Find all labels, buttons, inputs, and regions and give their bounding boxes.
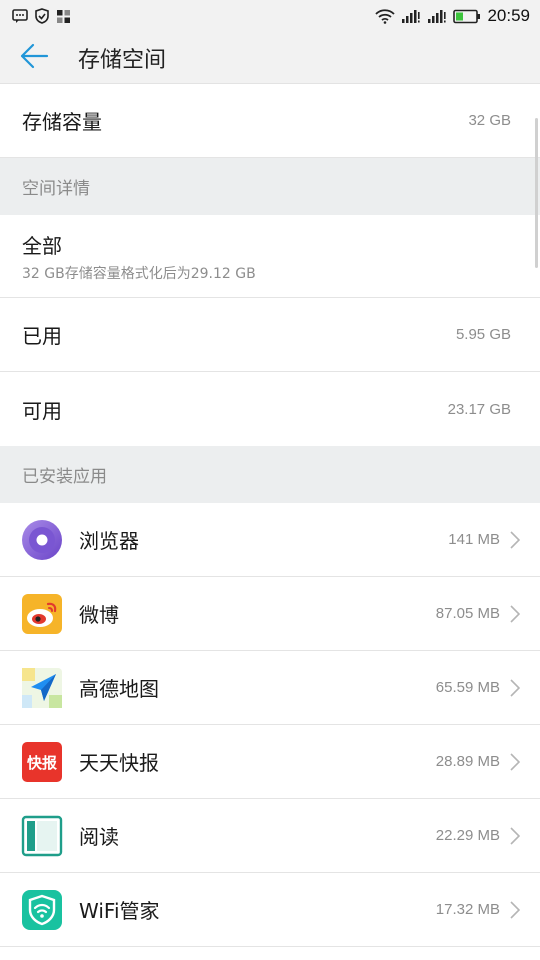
message-icon xyxy=(12,8,28,24)
signal-icon xyxy=(401,9,421,24)
storage-capacity-row: 存储容量 32 GB xyxy=(0,84,540,158)
available-label: 可用 xyxy=(22,398,62,423)
chevron-right-icon xyxy=(510,678,520,697)
battery-icon xyxy=(453,9,481,24)
status-right: 20:59 xyxy=(375,6,530,26)
app-size: 141 MB xyxy=(448,531,500,548)
app-name: 天天快报 xyxy=(79,751,159,775)
app-name: 高德地图 xyxy=(79,677,159,701)
page-title: 存储空间 xyxy=(78,47,167,73)
section-header-details: 空间详情 xyxy=(0,158,540,215)
app-row-amap[interactable]: 高德地图 65.59 MB xyxy=(0,651,540,725)
app-name: 阅读 xyxy=(79,825,119,849)
app-name: 浏览器 xyxy=(79,529,139,553)
chevron-right-icon xyxy=(510,826,520,845)
scrollbar[interactable] xyxy=(535,118,538,268)
app-size: 22.29 MB xyxy=(435,827,500,844)
apps-icon xyxy=(56,9,71,24)
status-time: 20:59 xyxy=(487,6,530,25)
reader-icon xyxy=(21,815,63,857)
used-row: 已用 5.95 GB xyxy=(0,298,540,372)
weibo-icon xyxy=(21,593,63,635)
available-row: 可用 23.17 GB xyxy=(0,372,540,446)
available-value: 23.17 GB xyxy=(447,400,511,418)
used-label: 已用 xyxy=(22,324,62,348)
total-label: 全部 xyxy=(22,233,62,258)
app-row-wifi-manager[interactable]: WiFi管家 17.32 MB xyxy=(0,873,540,947)
app-size: 65.59 MB xyxy=(435,679,500,696)
kuaibao-icon: 快报 xyxy=(21,741,63,783)
chevron-right-icon xyxy=(510,530,520,549)
browser-icon xyxy=(21,519,63,561)
chevron-right-icon xyxy=(510,900,520,919)
shield-icon xyxy=(34,8,50,24)
app-row-reader[interactable]: 阅读 22.29 MB xyxy=(0,799,540,873)
app-name: WiFi管家 xyxy=(79,899,160,923)
back-button[interactable] xyxy=(0,32,68,84)
status-bar: 20:59 xyxy=(0,0,540,32)
app-row-weibo[interactable]: 微博 87.05 MB xyxy=(0,577,540,651)
svg-text:快报: 快报 xyxy=(27,754,57,772)
total-sub: 32 GB存储容量格式化后为29.12 GB xyxy=(22,265,256,282)
chevron-right-icon xyxy=(510,604,520,623)
storage-capacity-value: 32 GB xyxy=(468,112,511,129)
section-header-apps: 已安装应用 xyxy=(0,446,540,503)
app-size: 17.32 MB xyxy=(435,901,500,918)
app-row-kuaibao[interactable]: 快报 天天快报 28.89 MB xyxy=(0,725,540,799)
app-size: 87.05 MB xyxy=(435,605,500,622)
storage-capacity-label: 存储容量 xyxy=(22,110,102,134)
status-left xyxy=(12,8,71,24)
chevron-right-icon xyxy=(510,752,520,771)
amap-icon xyxy=(21,667,63,709)
signal-icon xyxy=(427,9,447,24)
wifi-icon xyxy=(375,8,396,24)
total-row: 全部 32 GB存储容量格式化后为29.12 GB xyxy=(0,215,540,298)
app-name: 微博 xyxy=(79,603,119,627)
app-header: 存储空间 xyxy=(0,32,540,84)
wifi-manager-icon xyxy=(21,889,63,931)
arrow-left-icon xyxy=(19,43,49,73)
app-size: 28.89 MB xyxy=(435,753,500,770)
used-value: 5.95 GB xyxy=(455,326,511,343)
app-row-browser[interactable]: 浏览器 141 MB xyxy=(0,503,540,577)
